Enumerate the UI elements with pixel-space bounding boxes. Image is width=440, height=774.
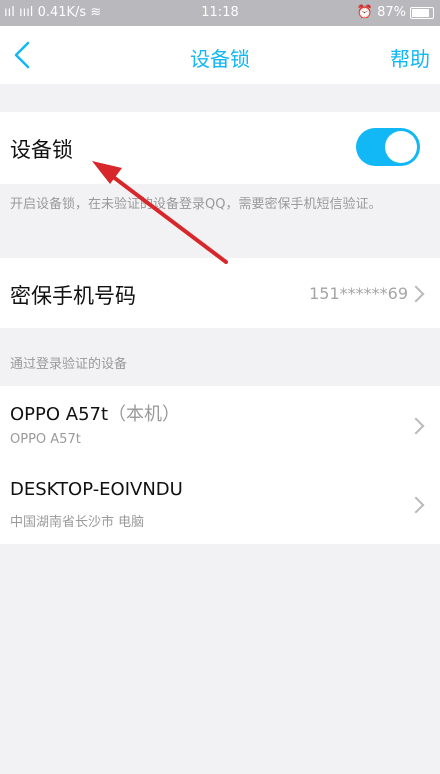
device-name-text: OPPO A57t [10,404,109,425]
device-lock-hint: 开启设备锁，在未验证的设备登录QQ，需要密保手机短信验证。 [10,197,382,212]
device-lock-toggle[interactable] [356,128,420,166]
device-item[interactable]: OPPO A57t（本机） OPPO A57t [0,386,440,466]
toggle-knob [385,131,417,163]
device-name: OPPO A57t（本机） [10,400,180,426]
phone-label: 密保手机号码 [10,284,136,308]
device-lock-label: 设备锁 [10,138,73,162]
device-item[interactable]: DESKTOP-EOIVNDU 中国湖南省长沙市 电脑 [0,465,440,544]
device-name: DESKTOP-EOIVNDU [10,479,183,500]
page-title: 设备锁 [190,47,250,71]
device-lock-row: 设备锁 [0,112,440,184]
device-name-text: DESKTOP-EOIVNDU [10,479,183,500]
phone-value: 151******69 [309,284,408,303]
device-sub: 中国湖南省长沙市 电脑 [10,515,145,530]
verified-devices-header: 通过登录验证的设备 [10,357,128,372]
alarm-icon: ⏰ [356,5,374,20]
status-right: ⏰ 87% [357,5,434,20]
help-button[interactable]: 帮助 [390,43,430,72]
battery-icon [410,6,434,19]
status-bar: ııl ıııl 0.41K/s ≋ 11:18 ⏰ 87% [0,0,440,26]
device-sub: OPPO A57t [10,432,81,447]
chevron-right-icon [407,417,425,435]
nav-bar: 设备锁 帮助 [0,26,440,84]
verified-devices-list: OPPO A57t（本机） OPPO A57t DESKTOP-EOIVNDU … [0,386,440,544]
phone-row[interactable]: 密保手机号码 151******69 [0,258,440,328]
chevron-right-icon [407,496,425,514]
device-name-suffix: （本机） [108,404,181,425]
chevron-right-icon [407,285,425,303]
battery-percent: 87% [377,5,406,20]
